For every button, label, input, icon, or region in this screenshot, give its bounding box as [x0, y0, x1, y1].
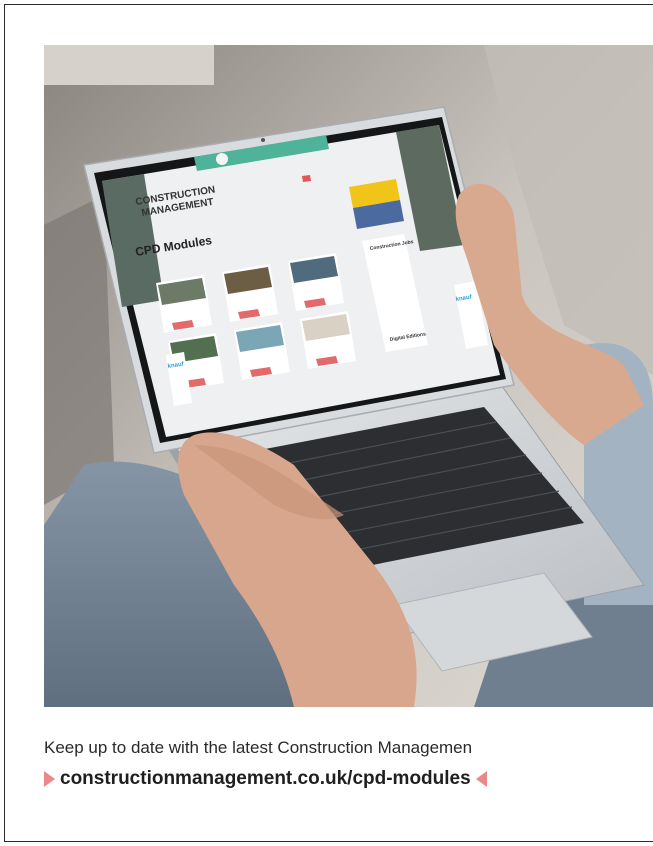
arrow-right-icon: [44, 771, 55, 787]
laptop-photo-illustration: CONSTRUCTION MANAGEMENT CPD Modules Cons…: [44, 45, 653, 707]
cpd-modules-link[interactable]: constructionmanagement.co.uk/cpd-modules: [60, 768, 471, 790]
laptop-photo: CONSTRUCTION MANAGEMENT CPD Modules Cons…: [44, 45, 653, 707]
url-line: constructionmanagement.co.uk/cpd-modules: [44, 767, 653, 791]
arrow-left-icon: [475, 771, 487, 787]
caption-text: Keep up to date with the latest Construc…: [44, 738, 473, 757]
